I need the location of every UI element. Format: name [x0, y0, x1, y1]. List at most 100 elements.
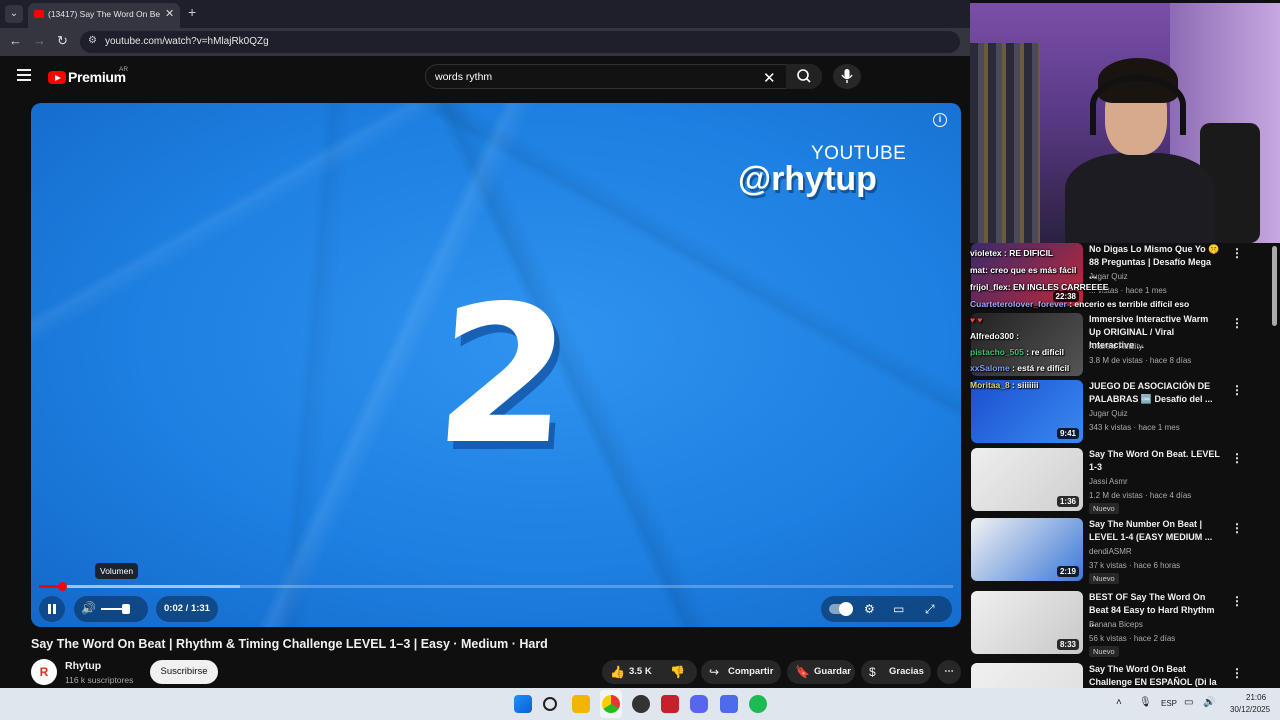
more-options-icon[interactable]: ⋮ [1231, 451, 1243, 465]
chat-text: : re dificil [1023, 347, 1065, 357]
autoplay-toggle[interactable] [829, 602, 853, 616]
video-player[interactable]: YOUTUBE @rhytup 2 i Volumen 🔊 0:02 / 1:3… [31, 103, 961, 627]
chat-username: xxSalome [970, 363, 1010, 373]
thanks-button[interactable]: $ Gracias [861, 660, 931, 684]
clear-search-icon[interactable]: ✕ [763, 69, 776, 87]
related-video-channel[interactable]: Andrew Reality [1089, 342, 1143, 351]
more-options-icon[interactable]: ⋮ [1231, 521, 1243, 535]
more-options-icon[interactable]: ⋮ [1231, 666, 1243, 680]
microphone-tray-icon[interactable]: 🎙 [1139, 697, 1152, 708]
chat-username: Cuarteterolover_forever [970, 299, 1067, 309]
discord-icon[interactable] [690, 695, 708, 713]
logo-text: Premium [68, 69, 126, 85]
share-button[interactable]: ↪ Compartir [701, 660, 781, 684]
pause-button[interactable] [39, 596, 65, 622]
video-thumbnail[interactable]: 2:19 [971, 518, 1083, 581]
more-options-icon[interactable]: ⋮ [1231, 594, 1243, 608]
related-video-channel[interactable]: Jugar Quiz [1089, 409, 1128, 418]
like-icon[interactable]: 👍 [610, 660, 625, 684]
url-text[interactable]: youtube.com/watch?v=hMlajRk0QZg [105, 36, 269, 47]
related-video-item[interactable]: 2:19 Say The Number On Beat | LEVEL 1-4 (… [970, 518, 1280, 584]
dislike-icon[interactable]: 👎 [670, 660, 685, 684]
related-video-meta: 3.8 M de vistas · hace 8 días [1089, 356, 1192, 365]
channel-avatar[interactable] [31, 659, 57, 685]
related-video-title[interactable]: Say The Word On Beat. LEVEL 1-3 [1089, 448, 1221, 474]
related-video-meta: 56 k vistas · hace 2 días [1089, 634, 1176, 643]
search-icon[interactable] [543, 697, 557, 711]
progress-scrubber[interactable] [57, 582, 67, 591]
back-arrow-icon[interactable]: ← [9, 33, 22, 48]
tab-close-icon[interactable]: ✕ [165, 7, 174, 20]
chat-text: : creo que es más fácil [985, 265, 1077, 275]
windows-start-icon[interactable] [514, 695, 532, 713]
teams-icon[interactable] [720, 695, 738, 713]
save-label: Guardar [814, 666, 851, 677]
search-box: ✕ [425, 64, 822, 89]
clock-date[interactable]: 30/12/2025 [1230, 705, 1270, 714]
volume-slider-knob[interactable] [122, 604, 130, 614]
save-button[interactable]: 🔖 Guardar [787, 660, 855, 684]
video-frame-number: 2 [429, 265, 577, 486]
video-title: Say The Word On Beat | Rhythm & Timing C… [31, 637, 548, 651]
fullscreen-icon[interactable]: ⤢ [925, 602, 935, 617]
subscribe-button[interactable]: Suscribirse [150, 660, 218, 684]
related-video-item[interactable]: 1:36 Say The Word On Beat. LEVEL 1-3 Jassi… [970, 448, 1280, 514]
search-input[interactable] [435, 71, 735, 83]
network-icon[interactable]: ▭ [1184, 697, 1193, 708]
theater-mode-icon[interactable]: ▭ [893, 602, 904, 616]
video-thumbnail[interactable] [971, 663, 1083, 688]
chat-username: Alfredo300 [970, 331, 1014, 341]
forward-arrow-icon[interactable]: → [33, 33, 46, 48]
obs-icon[interactable] [632, 695, 650, 713]
video-thumbnail[interactable]: 1:36 [971, 448, 1083, 511]
related-video-channel[interactable]: Jassi Asmr [1089, 477, 1128, 486]
rhythm-app-icon[interactable] [661, 695, 679, 713]
language-indicator[interactable]: ESP [1161, 699, 1177, 708]
spotify-icon[interactable] [749, 695, 767, 713]
chat-username: pistacho_505 [970, 347, 1024, 357]
like-count[interactable]: 3.5 K [629, 660, 652, 684]
volume-control[interactable]: 🔊 [74, 596, 148, 622]
related-video-channel[interactable]: Jugar Quiz [1089, 272, 1128, 281]
tray-overflow-icon[interactable]: ˄ [1116, 697, 1122, 708]
page-scrollbar[interactable] [1272, 246, 1277, 326]
related-video-title[interactable]: Say The Number On Beat | LEVEL 1-4 (EASY… [1089, 518, 1221, 544]
reload-icon[interactable]: ↻ [57, 33, 68, 49]
voice-search-button[interactable] [833, 64, 861, 89]
more-options-icon[interactable]: ⋮ [1231, 246, 1243, 260]
webcam-person-body [1065, 153, 1215, 243]
chrome-icon[interactable] [602, 695, 620, 713]
file-explorer-icon[interactable] [572, 695, 590, 713]
settings-gear-icon[interactable]: ⚙ [864, 602, 875, 616]
channel-name[interactable]: Rhytup [65, 660, 101, 672]
video-thumbnail[interactable]: 8:33 [971, 591, 1083, 654]
progress-bar[interactable] [39, 582, 953, 591]
search-button[interactable] [786, 64, 822, 89]
new-tab-button[interactable]: + [188, 4, 196, 20]
tab-search-button[interactable]: ⌄ [5, 5, 23, 23]
more-options-icon[interactable]: ⋮ [1231, 316, 1243, 330]
related-video-title[interactable]: JUEGO DE ASOCIACIÓN DE PALABRAS 🆒 Desafí… [1089, 380, 1221, 406]
related-video-item[interactable]: Say The Word On Beat Challenge EN ESPAÑO… [970, 663, 1280, 688]
new-badge: Nuevo [1089, 646, 1119, 657]
chat-text: : está re difícil [1009, 363, 1070, 373]
clock-time[interactable]: 21:06 [1246, 693, 1266, 702]
volume-tooltip: Volumen [95, 563, 139, 579]
chat-text: : [1013, 331, 1020, 341]
volume-icon[interactable]: 🔊 [81, 601, 96, 615]
speaker-icon[interactable]: 🔊 [1203, 697, 1215, 708]
more-actions-button[interactable]: ⋯ [937, 660, 961, 684]
related-video-channel[interactable]: dendiASMR [1089, 547, 1132, 556]
info-icon[interactable]: i [933, 113, 947, 127]
related-video-title[interactable]: Say The Word On Beat Challenge EN ESPAÑO… [1089, 663, 1221, 688]
related-video-item[interactable]: 8:33 BEST OF Say The Word On Beat 84 Easy… [970, 591, 1280, 657]
address-bar[interactable]: ⚙ youtube.com/watch?v=hMlajRk0QZg [80, 31, 960, 53]
browser-tab-active[interactable]: (13417) Say The Word On Beat ✕ [28, 3, 180, 28]
more-options-icon[interactable]: ⋮ [1231, 383, 1243, 397]
chat-message: violetex : RE DIFICIL [970, 248, 1053, 258]
chat-message: frijol_flex: EN INGLES CARREEEE [970, 282, 1108, 292]
related-video-channel[interactable]: Banana Biceps [1089, 620, 1143, 629]
chat-message: ♥ ♥ [970, 315, 982, 325]
menu-icon[interactable] [17, 69, 31, 84]
site-info-icon[interactable]: ⚙ [88, 35, 97, 46]
